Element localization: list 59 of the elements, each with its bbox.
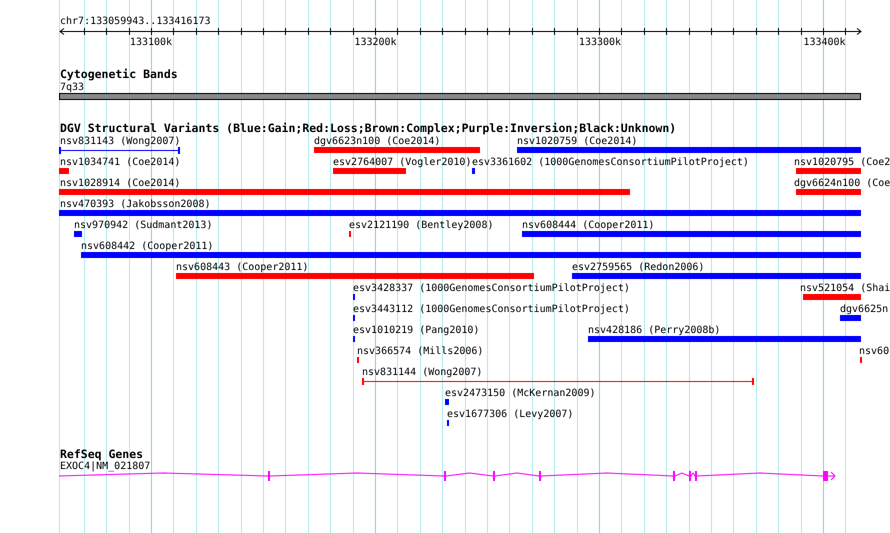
tick-label: 133300k [578,37,622,48]
variant-label: dgv6623n100 (Coe2014) [314,136,440,147]
variant-label: nsv608444 (Cooper2011) [522,220,654,231]
variant-bar[interactable] [333,168,406,174]
variant-label: nsv970942 (Sudmant2013) [74,220,212,231]
variant-label: dgv6625n [840,304,888,315]
variant-bar[interactable] [796,189,861,195]
variant-bar[interactable] [588,336,861,342]
variant-label: nsv1034741 (Coe2014) [60,157,180,168]
variant-bar[interactable] [81,252,861,258]
chromosome-band[interactable] [59,93,861,100]
variant-bar[interactable] [796,168,861,174]
tick-label: 133100k [130,37,172,48]
variant-label: nsv831144 (Wong2007) [362,367,482,378]
band-label: 7q33 [60,82,84,93]
variant-bar[interactable] [445,399,449,405]
variant-bar[interactable] [840,315,861,321]
variant-label: nsv60 [859,346,890,357]
variant-label: esv3361602 (1000GenomesConsortiumPilotProject) [472,157,749,168]
variant-bar[interactable] [59,189,630,195]
variant-label: esv3443112 (1000GenomesConsortiumPilotProject) [353,304,630,315]
variant-label: nsv1020795 (Coe2 [794,157,890,168]
variant-label: nsv1020759 (Coe2014) [517,136,638,147]
variant-bar[interactable] [472,168,475,174]
variant-bar[interactable] [74,231,82,237]
tick-label: 133200k [354,37,397,48]
variant-label: esv2764007 (Vogler2010) [333,157,472,168]
gene-label: EXOC4|NM_021807 [60,461,150,472]
variant-line[interactable] [362,378,754,385]
variant-bar[interactable] [176,273,534,279]
variant-label: esv1677306 (Levy2007) [447,409,574,420]
variant-label: nsv831143 (Wong2007) [60,136,180,147]
variant-label: esv2121190 (Bentley2008) [349,220,494,231]
variant-label: esv2473150 (McKernan2009) [445,388,596,399]
track-title: Cytogenetic Bands [60,67,178,81]
variant-label: nsv366574 (Mills2006) [357,346,484,357]
variant-line[interactable] [59,147,180,154]
variant-bar[interactable] [572,273,861,279]
variant-bar[interactable] [522,231,861,237]
variant-bar[interactable] [517,147,861,153]
variant-bar[interactable] [59,210,861,216]
variant-bar[interactable] [59,168,69,174]
variant-label: nsv608443 (Cooper2011) [176,262,308,273]
variant-label: nsv608442 (Cooper2011) [81,241,214,252]
variant-label: dgv6624n100 (Coe [794,178,890,189]
variant-label: esv3428337 (1000GenomesConsortiumPilotProject) [353,283,630,294]
chromosome-position: chr7:133059943..133416173 [60,16,211,27]
variant-label: nsv470393 (Jakobsson2008) [60,199,211,210]
variant-bar[interactable] [803,294,861,300]
gene-model[interactable] [58,471,836,481]
track-title: RefSeq Genes [60,447,144,461]
variant-label: nsv521054 (Shai [800,283,890,294]
variant-bar[interactable] [314,147,480,153]
variant-label: nsv428186 (Perry2008b) [588,325,720,336]
variant-label: nsv1028914 (Coe2014) [60,178,180,189]
track-title: DGV Structural Variants (Blue:Gain;Red:Loss;Brown:Complex;Purple:Inversion;Black:Unknown) [60,121,676,135]
variant-label: esv2759565 (Redon2006) [572,262,704,273]
tick-label: 133400k [803,37,846,48]
variant-label: esv1010219 (Pang2010) [353,325,480,336]
